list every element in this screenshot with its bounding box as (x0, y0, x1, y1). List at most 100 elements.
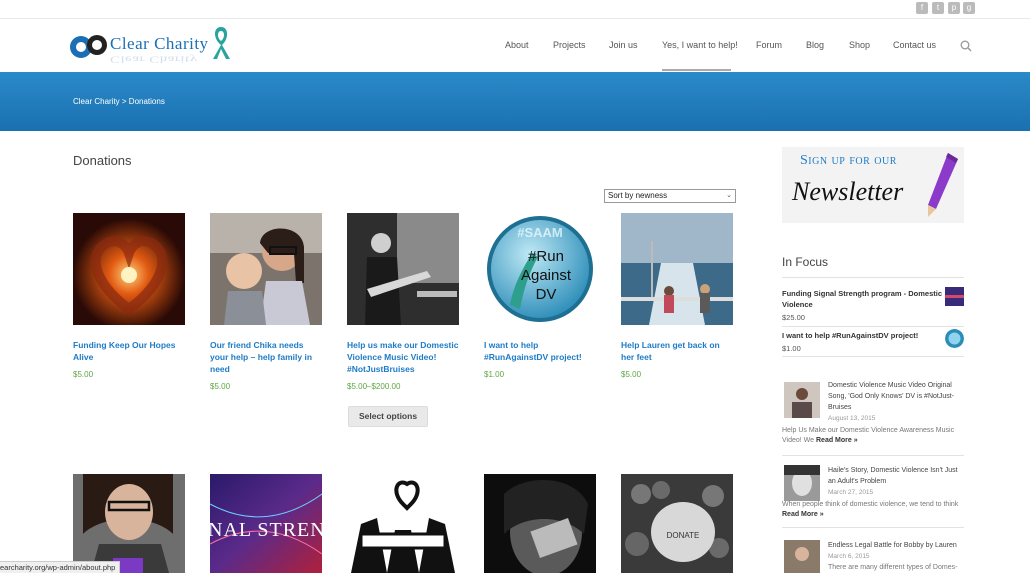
focus-item-price: $1.00 (782, 344, 801, 353)
divider (782, 356, 964, 357)
donation-image-text: DONATE (667, 531, 700, 540)
divider (782, 326, 964, 327)
page-title: Donations (73, 153, 132, 168)
in-focus-heading: In Focus (782, 255, 829, 269)
product-title[interactable]: Help Lauren get back on her feet (621, 339, 735, 363)
nav-blog[interactable]: Blog (806, 40, 824, 50)
badge-line-3: Against (521, 267, 572, 284)
pencil-icon (928, 153, 958, 217)
search-icon[interactable] (960, 40, 972, 52)
nav-help[interactable]: Yes, I want to help! (662, 40, 738, 50)
focus-item-price: $25.00 (782, 313, 805, 322)
woman-portrait-image (73, 474, 185, 573)
family-photo-image (210, 213, 322, 325)
post-title[interactable]: Endless Legal Battle for Bobby by Lauren (828, 540, 964, 551)
product-price: $5.00 (210, 382, 231, 391)
post-date: August 13, 2015 (828, 415, 876, 422)
post-thumb[interactable] (784, 382, 820, 418)
product-image-lauren[interactable] (621, 213, 733, 325)
product-price: $1.00 (484, 370, 505, 379)
google-plus-icon[interactable]: g (963, 2, 975, 14)
product-price: $5.00 (73, 370, 94, 379)
product-image-music-video[interactable] (347, 213, 459, 325)
donation-jar-image: DONATE (621, 474, 733, 573)
post-thumb[interactable] (784, 540, 820, 573)
product-title[interactable]: Help us make our Domestic Violence Music… (347, 339, 461, 375)
page-banner: Clear Charity > Donations (0, 72, 1030, 131)
nav-join-us[interactable]: Join us (609, 40, 638, 50)
product-price: $5.00–$200.00 (347, 382, 401, 391)
post-thumb-image (784, 540, 820, 573)
post-date: March 6, 2015 (828, 553, 870, 560)
site-header: Clear Charity Clear Charity About Projec… (0, 19, 1030, 72)
product-title[interactable]: I want to help #RunAgainstDV project! (484, 339, 598, 363)
read-more-link[interactable]: Read More » (816, 437, 858, 444)
product-image-row2-2[interactable]: NAL STREN (210, 474, 322, 573)
post-title[interactable]: Haile's Story, Domestic Violence Isn't J… (828, 465, 964, 487)
signal-thumb-image (945, 287, 964, 306)
status-bar-url: earcharity.org/wp-admin/about.php (0, 561, 121, 573)
nav-forum[interactable]: Forum (756, 40, 782, 50)
post-title[interactable]: Domestic Violence Music Video Original S… (828, 380, 964, 413)
badge-line-1: #SAAM (517, 225, 563, 240)
facebook-icon[interactable]: f (916, 2, 928, 14)
guitar-player-image (347, 213, 459, 325)
logo-rings-icon (70, 35, 107, 58)
run-against-dv-badge-image: #SAAM #Run Against DV (487, 216, 593, 322)
product-title[interactable]: Funding Keep Our Hopes Alive (73, 339, 187, 363)
people-heart-illustration (347, 474, 459, 573)
nav-contact-us[interactable]: Contact us (893, 40, 936, 50)
post-thumb[interactable] (784, 465, 820, 501)
post-excerpt: There are many different types of Domes- (828, 564, 958, 571)
nav-projects[interactable]: Projects (553, 40, 586, 50)
post-thumb-image (784, 465, 820, 501)
nav-shop[interactable]: Shop (849, 40, 870, 50)
ribbon-icon (213, 27, 230, 59)
signal-image-text: NAL STREN (210, 519, 322, 541)
product-image-row2-5[interactable]: DONATE (621, 474, 733, 573)
badge-line-2: #Run (528, 248, 564, 265)
logo-text: Clear Charity (110, 34, 209, 53)
select-options-button[interactable]: Select options (348, 406, 428, 427)
product-image-row2-1[interactable] (73, 474, 185, 573)
badge-line-4: DV (536, 286, 557, 303)
post-thumb-image (784, 382, 820, 418)
focus-item-title[interactable]: Funding Signal Strength program - Domest… (782, 288, 942, 310)
focus-item-title[interactable]: I want to help #RunAgainstDV project! (782, 330, 942, 341)
product-image-row2-4[interactable] (484, 474, 596, 573)
product-image-run-against-dv[interactable]: #SAAM #Run Against DV (484, 213, 596, 325)
covered-face-image (484, 474, 596, 573)
signal-strength-image: NAL STREN (210, 474, 322, 573)
focus-thumb-run[interactable] (945, 329, 964, 348)
logo[interactable]: Clear Charity Clear Charity (68, 25, 238, 67)
product-image-chika[interactable] (210, 213, 322, 325)
candle-heart-image (73, 213, 185, 325)
post-date: March 27, 2015 (828, 489, 874, 496)
divider (782, 277, 964, 278)
newsletter-bottom-text: Newsletter (792, 177, 904, 206)
top-bar: f t p g (0, 0, 1030, 19)
logo-reflection: Clear Charity (110, 54, 198, 64)
product-image-row2-3[interactable] (347, 474, 459, 573)
nav-active-indicator (662, 69, 731, 71)
product-image-keep-hopes[interactable] (73, 213, 185, 325)
ship-deck-image (621, 213, 733, 325)
sort-select-value: Sort by newness (608, 191, 668, 200)
pinterest-icon[interactable]: p (948, 2, 960, 14)
focus-thumb-signal[interactable] (945, 287, 964, 306)
product-title[interactable]: Our friend Chika needs your help – help … (210, 339, 324, 375)
divider (782, 527, 964, 528)
newsletter-top-text: Sign up for our (800, 153, 897, 168)
post-excerpt: Help Us Make our Domestic Violence Aware… (782, 427, 955, 444)
sort-select[interactable]: Sort by newness ⌄ (604, 189, 736, 203)
run-thumb-image (945, 329, 964, 348)
chevron-down-icon: ⌄ (726, 192, 732, 199)
breadcrumb[interactable]: Clear Charity > Donations (73, 97, 165, 106)
product-price: $5.00 (621, 370, 642, 379)
post-excerpt: When people think of domestic violence, … (782, 501, 959, 518)
nav-about[interactable]: About (505, 40, 529, 50)
read-more-link[interactable]: Read More » (782, 511, 824, 518)
divider (782, 455, 964, 456)
twitter-icon[interactable]: t (932, 2, 944, 14)
newsletter-signup-banner[interactable]: Sign up for our Newsletter (782, 147, 964, 223)
